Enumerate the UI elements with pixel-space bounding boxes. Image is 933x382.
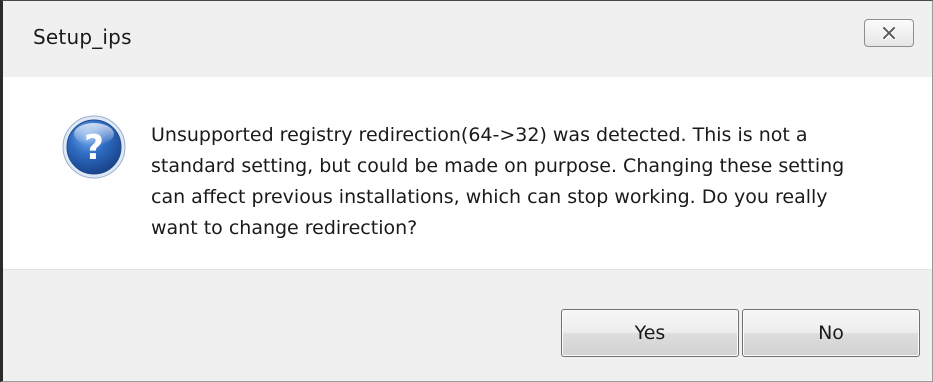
title-bar[interactable]: Setup_ips: [3, 1, 932, 77]
close-button[interactable]: [864, 19, 914, 47]
yes-button[interactable]: Yes: [561, 309, 739, 357]
message-dialog: Setup_ips ? Unsupported registry redirec…: [0, 0, 933, 382]
dialog-content: ? Unsupported registry redirection(64->3…: [3, 77, 932, 269]
window-title: Setup_ips: [33, 25, 132, 49]
question-icon: ?: [62, 115, 126, 179]
button-bar: Yes No: [3, 269, 932, 381]
svg-text:?: ?: [84, 128, 104, 168]
close-icon: [881, 26, 897, 40]
no-button[interactable]: No: [742, 309, 920, 357]
message-text: Unsupported registry redirection(64->32)…: [151, 124, 845, 239]
